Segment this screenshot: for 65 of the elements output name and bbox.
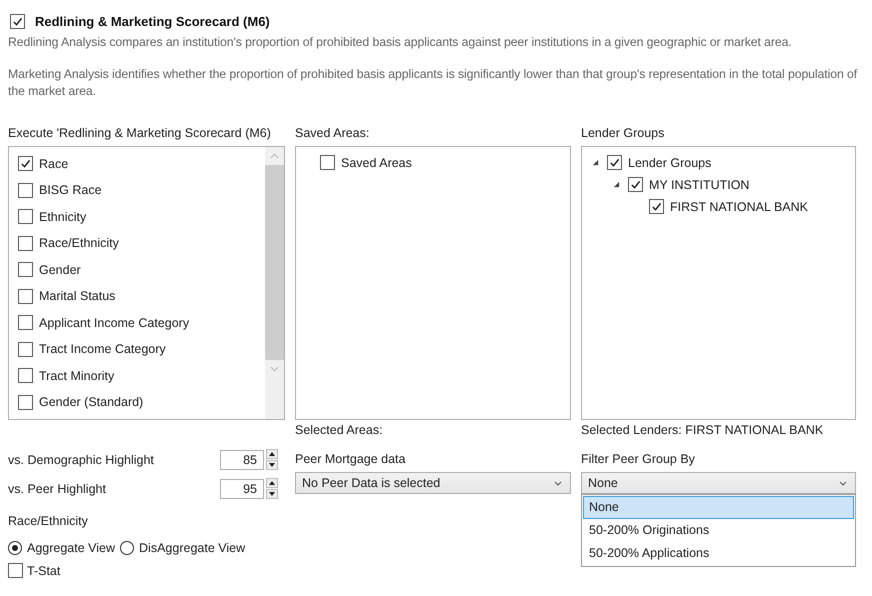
- scrollbar[interactable]: [265, 147, 284, 419]
- spin-up-icon[interactable]: [266, 478, 278, 488]
- checkbox[interactable]: [18, 209, 33, 224]
- list-item[interactable]: Tract Minority: [39, 368, 114, 382]
- saved-areas-label: Saved Areas:: [295, 126, 370, 142]
- checkbox[interactable]: [18, 236, 33, 250]
- list-item[interactable]: Race/Ethnicity: [39, 236, 119, 250]
- tree-item[interactable]: MY INSTITUTION: [649, 178, 750, 192]
- checkbox[interactable]: [18, 182, 33, 198]
- list-item[interactable]: Marital Status: [39, 289, 116, 303]
- filter-peer-group-dropdown[interactable]: None: [581, 472, 856, 494]
- list-item[interactable]: Tract Income Category: [39, 342, 166, 356]
- peer-mortgage-label: Peer Mortgage data: [295, 452, 406, 468]
- checkbox[interactable]: [18, 394, 33, 410]
- highlight-label: vs. Peer Highlight: [8, 482, 106, 496]
- dropdown-option[interactable]: 50-200% Originations: [583, 519, 854, 542]
- t-stat-label[interactable]: T-Stat: [27, 564, 60, 578]
- list-item[interactable]: Gender (Standard): [39, 395, 144, 409]
- list-item[interactable]: BISG Race: [39, 183, 102, 197]
- spin-down-icon[interactable]: [266, 460, 278, 470]
- checkbox[interactable]: [8, 563, 23, 578]
- tree-item[interactable]: FIRST NATIONAL BANK: [670, 200, 808, 214]
- checkbox[interactable]: [18, 156, 33, 171]
- checkbox[interactable]: [10, 14, 25, 29]
- radio-label[interactable]: Aggregate View: [27, 541, 116, 555]
- race-ethnicity-label: Race/Ethnicity: [8, 514, 89, 530]
- checkbox[interactable]: [18, 342, 33, 356]
- tree-item[interactable]: Lender Groups: [628, 156, 712, 170]
- number-field[interactable]: 95: [220, 478, 264, 498]
- highlight-label: vs. Demographic Highlight: [8, 452, 154, 466]
- filter-peer-group-label: Filter Peer Group By: [581, 452, 696, 468]
- checkbox[interactable]: [607, 155, 622, 170]
- spin-down-icon[interactable]: [266, 489, 278, 499]
- peer-mortgage-dropdown[interactable]: No Peer Data is selected: [295, 472, 571, 494]
- list-item[interactable]: Saved Areas: [341, 156, 412, 170]
- expanded-arrow-icon[interactable]: [613, 181, 620, 188]
- chevron-down-icon: [839, 480, 847, 486]
- list-item[interactable]: Applicant Income Category: [39, 316, 190, 330]
- chevron-down-icon: [554, 480, 562, 486]
- checkbox[interactable]: [649, 199, 664, 214]
- list-item[interactable]: Race: [39, 156, 68, 170]
- selected-areas-label: Selected Areas:: [295, 423, 384, 439]
- execute-label: Execute 'Redlining & Marketing Scorecard (M6): [8, 126, 272, 142]
- spin-up-icon[interactable]: [266, 449, 278, 459]
- checkbox[interactable]: [18, 368, 33, 383]
- radio-button[interactable]: [120, 541, 134, 555]
- number-field[interactable]: 85: [220, 450, 264, 470]
- dropdown-option[interactable]: None: [583, 496, 854, 519]
- description-text: Marketing Analysis identifies whether the proportion of prohibited basis applicants is significantly lower than that group's representation in the total population of the market area.: [8, 66, 858, 100]
- selected-lenders-label: Selected Lenders: FIRST NATIONAL BANK: [581, 423, 824, 439]
- checkbox[interactable]: [18, 288, 33, 304]
- dropdown-option[interactable]: 50-200% Applications: [583, 542, 854, 565]
- radio-label[interactable]: DisAggregate View: [139, 541, 246, 555]
- checkbox[interactable]: [18, 315, 33, 330]
- checkbox[interactable]: [18, 262, 33, 277]
- list-item[interactable]: Ethnicity: [39, 210, 86, 224]
- lender-groups-label: Lender Groups: [581, 126, 666, 142]
- list-item[interactable]: Gender: [39, 262, 81, 276]
- section-title: Redlining & Marketing Scorecard (M6): [35, 14, 270, 29]
- checkbox[interactable]: [320, 155, 335, 170]
- radio-button[interactable]: [8, 541, 22, 555]
- expanded-arrow-icon[interactable]: [592, 159, 599, 166]
- description-text: Redlining Analysis compares an institution's proportion of prohibited basis applicants against peer institutions in a given geographic or market area.: [8, 34, 793, 51]
- scrollbar-thumb[interactable]: [265, 165, 284, 360]
- checkbox[interactable]: [628, 177, 643, 192]
